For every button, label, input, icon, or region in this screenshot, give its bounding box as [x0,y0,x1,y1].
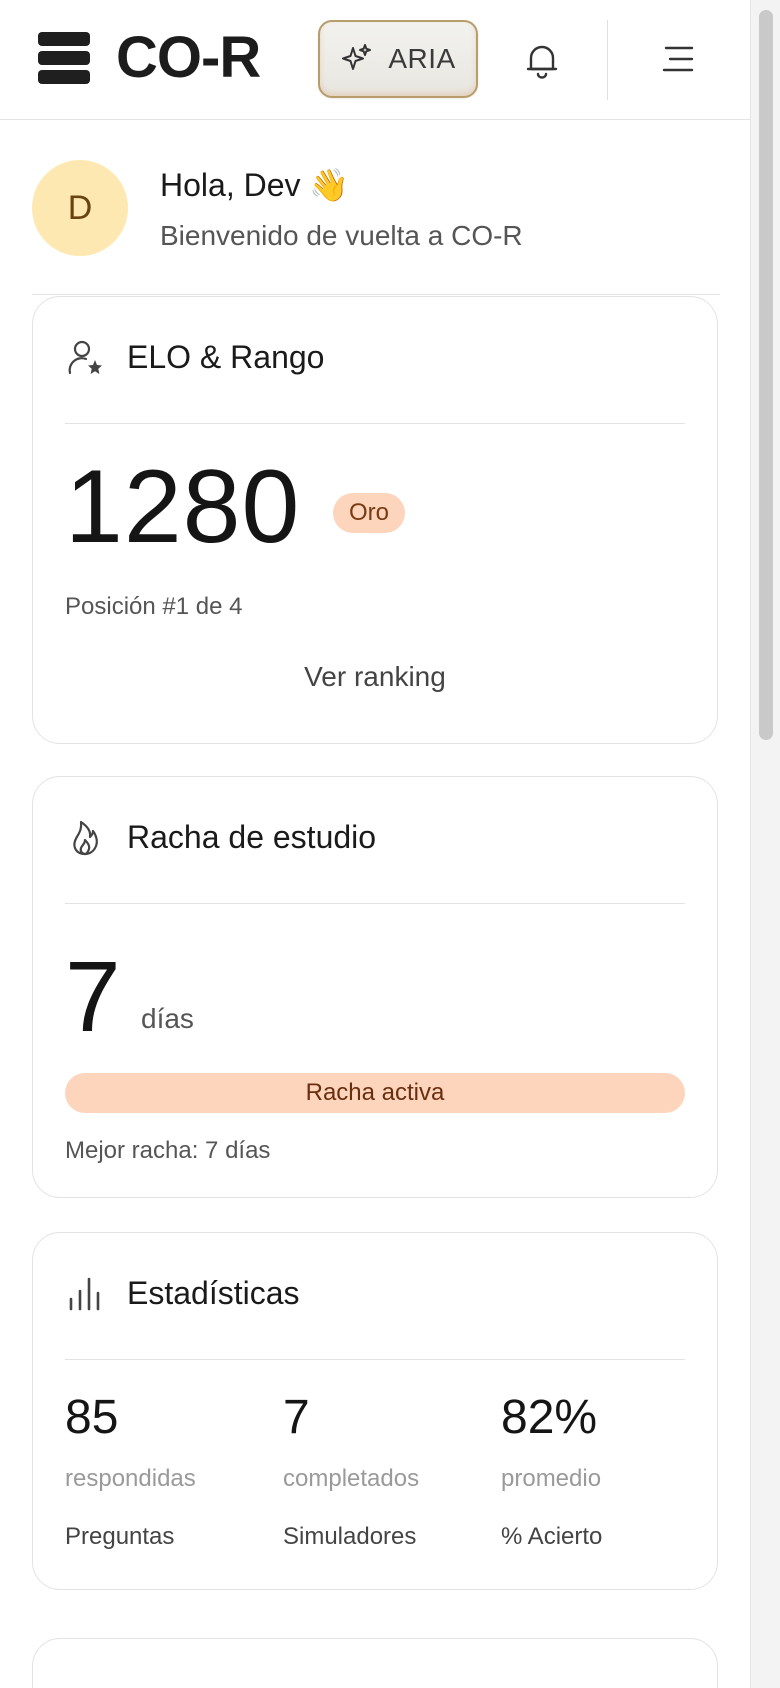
stats-card-header: Estadísticas [65,1263,685,1323]
stats-card-title: Estadísticas [127,1274,300,1311]
elo-card-divider [65,423,685,424]
stats-card-divider [65,1359,685,1360]
top-header: CO-R ARIA [0,0,750,120]
dashboard-page: CO-R ARIA D Hola, Dev 👋 Bienvenido de vu… [0,0,780,1688]
aria-button-label: ARIA [388,43,456,74]
header-divider [607,20,608,100]
avatar[interactable]: D [32,160,128,256]
streak-card-header: Racha de estudio [65,807,685,867]
aria-assistant-button[interactable]: ARIA [318,20,478,98]
elo-value: 1280 [65,449,301,565]
elo-card-header: ELO & Rango [65,327,685,387]
streak-card-title: Racha de estudio [127,818,377,855]
stat-value: 82% [501,1391,598,1444]
stat-questions: 85 respondidas Preguntas [65,1393,265,1551]
streak-days-unit: días [141,1003,194,1034]
streak-days-count: 7 [65,941,121,1053]
stat-unit: completados [283,1465,420,1492]
streak-card-divider [65,903,685,904]
flame-icon [73,820,98,856]
stat-unit: respondidas [65,1465,196,1492]
stat-label: Preguntas [65,1523,175,1550]
bar-chart-icon [69,1277,100,1311]
sparkle-icon [342,44,372,70]
page-scrollbar[interactable] [750,0,780,1688]
streak-status-bar: Racha activa [65,1073,685,1113]
statistics-card: Estadísticas 85 respondidas Preguntas 7 … [32,1232,718,1590]
stack-logo-icon[interactable] [36,30,92,86]
greeting-divider [32,294,720,295]
stat-value: 85 [65,1391,119,1444]
elo-card-title: ELO & Rango [127,338,325,375]
stat-accuracy: 82% promedio % Acierto [501,1393,701,1551]
view-ranking-link[interactable]: Ver ranking [33,661,717,693]
stat-label: % Acierto [501,1523,603,1550]
best-streak: Mejor racha: 7 días [65,1137,271,1164]
app-logo-text[interactable]: CO-R [116,26,261,90]
stat-value: 7 [283,1391,310,1444]
rank-badge: Oro [333,493,406,533]
ranking-position: Posición #1 de 4 [65,593,243,620]
stat-simulators: 7 completados Simuladores [283,1393,483,1551]
user-star-icon [68,340,102,375]
next-card-partial [32,1638,718,1688]
elo-rank-card: ELO & Rango 1280 Oro Posición #1 de 4 Ve… [32,296,718,744]
bell-icon[interactable] [524,40,560,80]
greeting-subtitle: Bienvenido de vuelta a CO-R [160,220,523,251]
stat-unit: promedio [501,1465,602,1492]
scrollbar-thumb[interactable] [759,10,773,740]
study-streak-card: Racha de estudio 7 días Racha activa Mej… [32,776,718,1198]
greeting-title: Hola, Dev 👋 [160,167,350,203]
stat-label: Simuladores [283,1523,417,1550]
menu-icon[interactable] [660,44,696,74]
